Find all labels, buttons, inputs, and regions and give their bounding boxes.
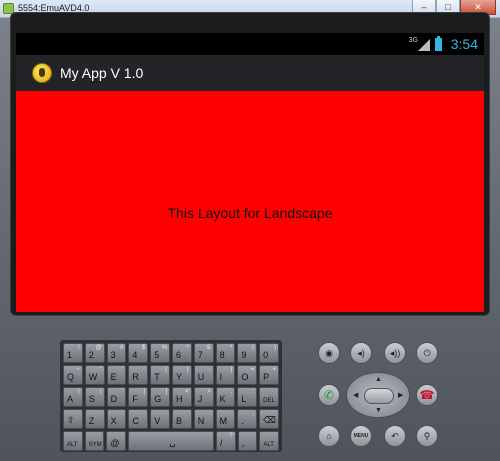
key-s[interactable]: S | — [84, 387, 105, 407]
key-e[interactable]: E ' — [106, 365, 127, 385]
key-m[interactable]: M — [215, 409, 236, 429]
key-shift[interactable]: ⇧ — [63, 409, 83, 429]
key-5[interactable]: 5% — [150, 343, 170, 363]
key-4[interactable]: 4 $ — [128, 343, 149, 363]
key-f[interactable]: F[ — [128, 387, 149, 407]
layout-message: This Layout for Landscape — [167, 205, 333, 221]
key-o[interactable]: O = — [237, 365, 258, 385]
app-title: My App V 1.0 — [60, 65, 144, 81]
dpad-left-icon[interactable]: ◀ — [353, 391, 358, 399]
power-icon[interactable]: ⏻ — [416, 342, 438, 364]
back-icon[interactable]: ↶ — [384, 425, 406, 447]
volume-down-icon[interactable]: ◂) — [350, 342, 372, 364]
search-icon[interactable]: ⚲ — [416, 425, 438, 447]
key-at[interactable]: @ — [106, 431, 126, 451]
hardware-keyboard: 1! 2 @ 3 # 4 $ 5% 6 ^ 7 & 8 * 9( 0) Q ~ W " E ' R… — [60, 340, 282, 452]
key-backspace[interactable]: ⌫ — [259, 409, 279, 429]
home-icon[interactable]: ⌂ — [318, 425, 340, 447]
key-i[interactable]: I[ — [215, 365, 236, 385]
key-p[interactable]: P + — [259, 365, 279, 385]
end-call-icon[interactable]: ☎ — [416, 384, 438, 406]
key-space[interactable]: ␣ — [127, 431, 215, 451]
key-alt-left[interactable]: ALT — [63, 431, 83, 451]
key-w[interactable]: W " — [84, 365, 105, 385]
key-8[interactable]: 8 * — [215, 343, 236, 363]
key-k[interactable]: K; — [215, 387, 236, 407]
key-c[interactable]: C — [128, 409, 149, 429]
key-g[interactable]: G] — [150, 387, 170, 407]
key-sym[interactable]: SYM — [84, 431, 105, 451]
status-bar: 3G 3:54 — [16, 33, 484, 55]
network-type: 3G — [408, 37, 418, 44]
key-q[interactable]: Q ~ — [63, 365, 83, 385]
call-icon[interactable]: ✆ — [318, 384, 340, 406]
key-0[interactable]: 0) — [259, 343, 279, 363]
keyboard-row: Q ~ W " E ' R ` T{ Y} U- I[ O = P + — [63, 365, 279, 385]
key-v[interactable]: V — [150, 409, 170, 429]
key-9[interactable]: 9( — [237, 343, 258, 363]
app-icon[interactable] — [32, 63, 52, 83]
keyboard-row: ⇧ Z X C V B N M ., ⌫ — [63, 409, 279, 429]
action-bar: My App V 1.0 — [16, 55, 484, 91]
keyboard-row: 1! 2 @ 3 # 4 $ 5% 6 ^ 7 & 8 * 9( 0) — [63, 343, 279, 363]
key-j[interactable]: J > — [193, 387, 214, 407]
dpad[interactable]: ▲ ▼ ◀ ▶ — [346, 372, 410, 418]
camera-icon[interactable]: ◉ — [318, 342, 340, 364]
key-y[interactable]: Y} — [171, 365, 192, 385]
key-r[interactable]: R ` — [128, 365, 149, 385]
dpad-down-icon[interactable]: ▼ — [375, 407, 382, 414]
signal-icon — [418, 39, 430, 51]
key-1[interactable]: 1! — [63, 343, 83, 363]
content-area: This Layout for Landscape — [16, 91, 484, 312]
key-b[interactable]: B — [171, 409, 192, 429]
dpad-up-icon[interactable]: ▲ — [375, 376, 382, 383]
status-clock: 3:54 — [450, 36, 478, 52]
key-comma[interactable]: , — [237, 431, 258, 451]
key-3[interactable]: 3 # — [106, 343, 127, 363]
dpad-center-button[interactable] — [364, 388, 394, 404]
menu-button[interactable]: MENU — [350, 425, 372, 447]
key-z[interactable]: Z — [84, 409, 105, 429]
key-7[interactable]: 7 & — [193, 343, 214, 363]
keyboard-row: ALT SYM @ ␣ /? , ALT — [63, 431, 280, 451]
volume-up-icon[interactable]: ◂)) — [384, 342, 406, 364]
key-x[interactable]: X — [106, 409, 127, 429]
keyboard-row: A \ S | D ` F[ G] H < J > K; L: DEL — [63, 387, 279, 407]
dpad-right-icon[interactable]: ▶ — [398, 391, 403, 399]
key-u[interactable]: U- — [193, 365, 214, 385]
battery-icon — [435, 36, 442, 51]
key-l[interactable]: L: — [237, 387, 258, 407]
key-t[interactable]: T{ — [150, 365, 170, 385]
key-alt-right[interactable]: ALT — [259, 431, 280, 451]
key-2[interactable]: 2 @ — [84, 343, 105, 363]
key-6[interactable]: 6 ^ — [171, 343, 192, 363]
key-slash[interactable]: /? — [216, 431, 236, 451]
key-del[interactable]: DEL — [259, 387, 279, 407]
key-period[interactable]: ., — [237, 409, 258, 429]
key-h[interactable]: H < — [171, 387, 192, 407]
key-n[interactable]: N — [193, 409, 214, 429]
key-a[interactable]: A \ — [63, 387, 83, 407]
key-d[interactable]: D ` — [106, 387, 127, 407]
